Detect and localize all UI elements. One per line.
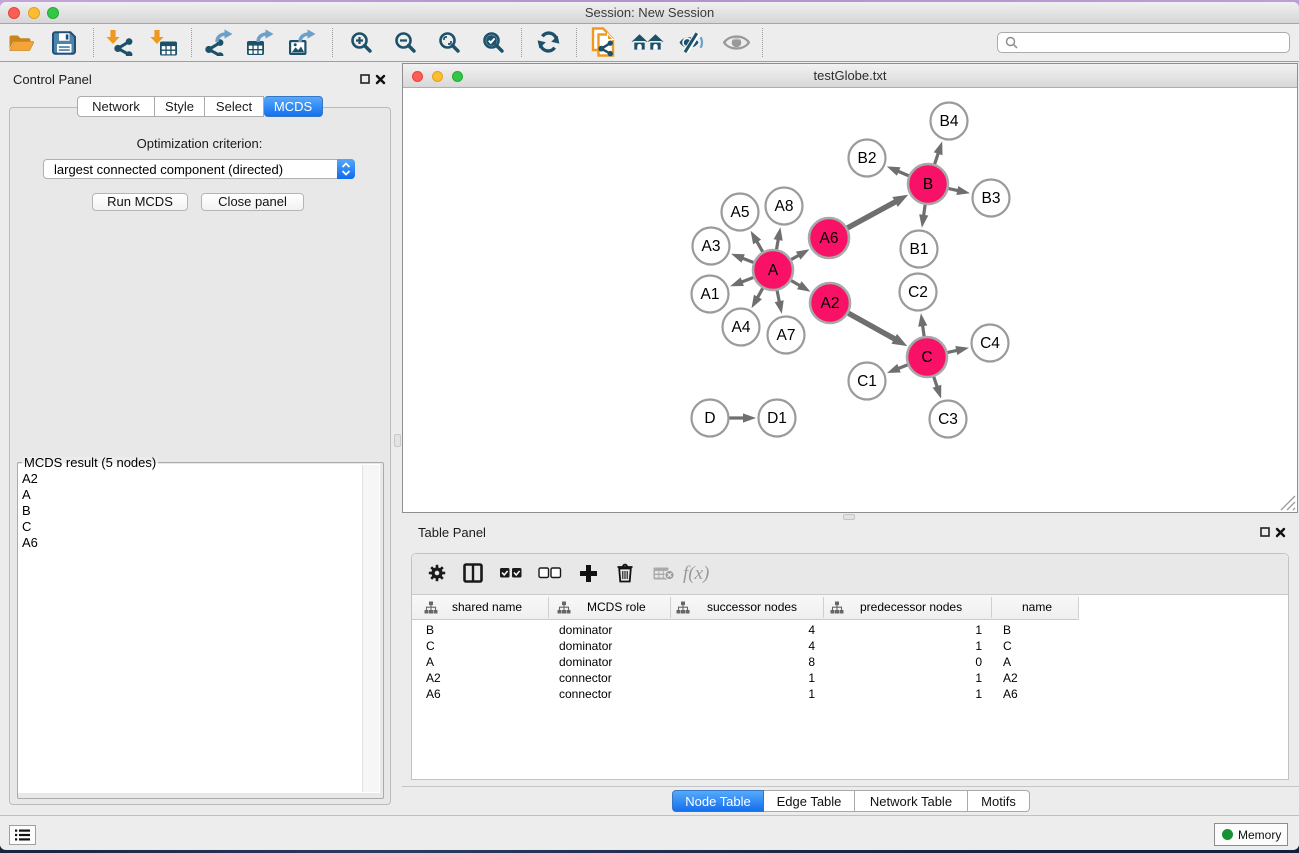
- svg-text:C3: C3: [938, 411, 958, 428]
- svg-text:A5: A5: [731, 204, 750, 221]
- svg-text:A7: A7: [777, 327, 796, 344]
- svg-text:B: B: [923, 176, 933, 193]
- svg-text:A3: A3: [702, 238, 721, 255]
- svg-text:C1: C1: [857, 373, 877, 390]
- svg-text:A2: A2: [821, 295, 840, 312]
- svg-text:B3: B3: [982, 190, 1001, 207]
- svg-text:A: A: [768, 262, 779, 279]
- svg-text:C2: C2: [908, 284, 928, 301]
- svg-text:B4: B4: [940, 113, 959, 130]
- svg-text:D: D: [704, 410, 715, 427]
- svg-text:C: C: [921, 349, 932, 366]
- svg-text:A8: A8: [775, 198, 794, 215]
- svg-text:D1: D1: [767, 410, 787, 427]
- svg-text:A6: A6: [820, 230, 839, 247]
- svg-text:A4: A4: [732, 319, 751, 336]
- svg-text:C4: C4: [980, 335, 1000, 352]
- svg-text:B2: B2: [858, 150, 877, 167]
- svg-text:B1: B1: [910, 241, 929, 258]
- svg-text:A1: A1: [701, 286, 720, 303]
